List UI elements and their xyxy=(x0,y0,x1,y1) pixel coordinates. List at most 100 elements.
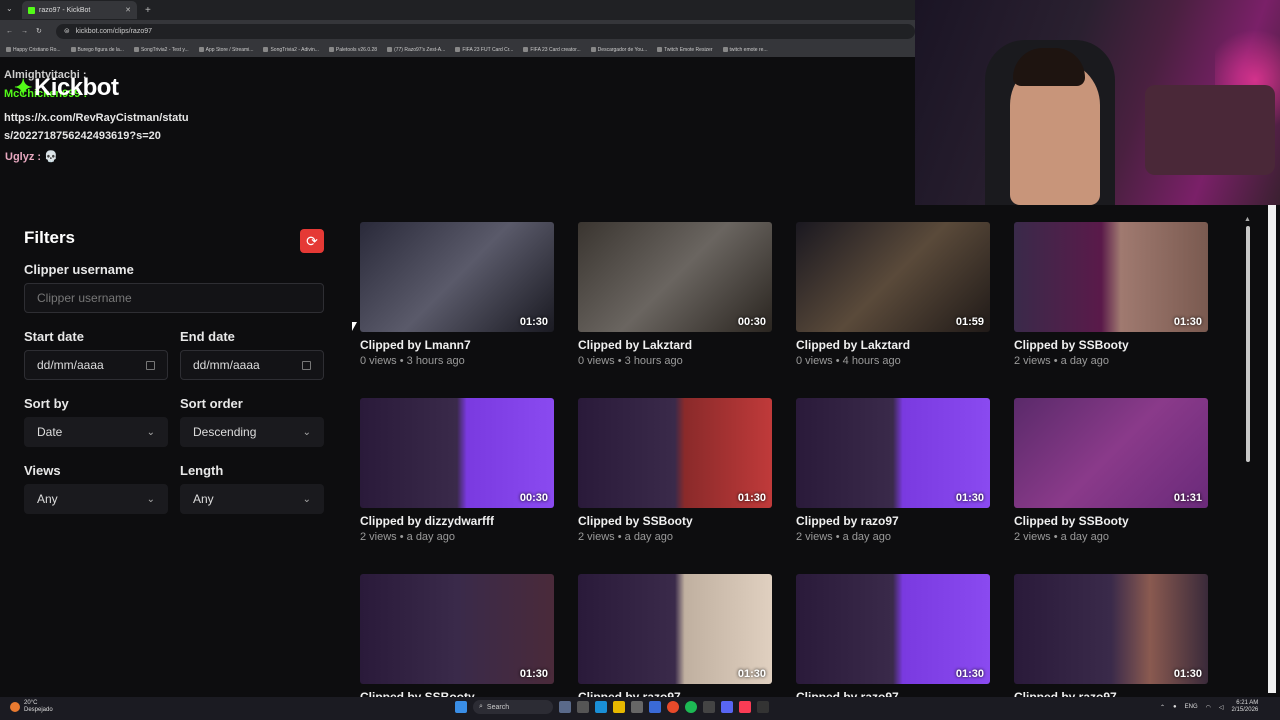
clip-thumbnail[interactable]: 01:30 xyxy=(360,222,554,332)
views-select[interactable]: Any ⌄ xyxy=(24,484,168,514)
clip-title[interactable]: Clipped by Lakztard xyxy=(796,338,990,352)
clip-card[interactable]: 01:30 Clipped by Lmann7 0 views • 3 hours … xyxy=(360,222,554,367)
scroll-thumb[interactable] xyxy=(1246,226,1250,462)
weather-widget[interactable]: 20°C Despejado xyxy=(10,700,53,714)
clip-thumbnail[interactable]: 01:30 xyxy=(360,574,554,684)
clip-card[interactable]: 01:59 Clipped by Lakztard 0 views • 4 hour… xyxy=(796,222,990,367)
back-icon[interactable]: ← xyxy=(6,28,13,35)
mic-icon[interactable]: ● xyxy=(1173,704,1177,710)
clip-card[interactable]: 01:31 Clipped by SSBooty 2 views • a day a… xyxy=(1014,398,1208,543)
chevron-up-icon[interactable]: ⌃ xyxy=(1160,704,1165,711)
clip-thumbnail[interactable]: 01:30 xyxy=(796,398,990,508)
bookmark-item[interactable]: Paletools v26.0.28 xyxy=(328,47,377,53)
chrome-icon[interactable] xyxy=(667,701,679,713)
clip-meta: 2 views • a day ago xyxy=(1014,355,1109,367)
spotify-icon[interactable] xyxy=(685,701,697,713)
obs-icon[interactable] xyxy=(757,701,769,713)
taskbar-search[interactable]: ⌕ Search xyxy=(473,700,553,714)
sort-order-label: Sort order xyxy=(180,396,243,411)
skull-emote-icon: 💀 xyxy=(44,151,58,163)
scroll-up-icon[interactable]: ▲ xyxy=(1244,216,1251,223)
discord-icon[interactable] xyxy=(721,701,733,713)
edge-icon[interactable] xyxy=(595,701,607,713)
clip-card[interactable]: 00:30 Clipped by dizzydwarfff 2 views • a … xyxy=(360,398,554,543)
bookmark-item[interactable]: FIFA 23 Card creator... xyxy=(523,47,581,53)
calendar-icon[interactable] xyxy=(302,360,311,370)
clip-card[interactable]: 01:30 Clipped by SSBooty 2 views • a day a… xyxy=(1014,222,1208,367)
clip-title[interactable]: Clipped by Lmann7 xyxy=(360,338,554,352)
task-view-icon[interactable] xyxy=(559,701,571,713)
address-bar[interactable]: ⊜ kickbot.com/clips/razo97 xyxy=(55,23,916,39)
bookmark-item[interactable]: FIFA 23 FUT Card Cr... xyxy=(455,47,513,53)
bookmark-favicon-icon xyxy=(263,47,269,52)
bookmark-item[interactable]: Burego figura de la... xyxy=(70,47,124,53)
bookmark-item[interactable]: Twitch Emote Resizer xyxy=(657,47,713,53)
steam-icon[interactable] xyxy=(703,701,715,713)
clip-card[interactable]: 01:30 Clipped by SSBooty 2 views • a day a… xyxy=(578,398,772,543)
bookmark-favicon-icon xyxy=(198,47,204,52)
widgets-icon[interactable] xyxy=(577,701,589,713)
clip-card[interactable]: 01:30Clipped by razo97 xyxy=(578,574,772,704)
clip-thumbnail[interactable]: 00:30 xyxy=(360,398,554,508)
clip-duration: 01:30 xyxy=(519,316,548,328)
clips-scrollbar[interactable]: ▲ xyxy=(1244,216,1252,692)
mail-icon[interactable] xyxy=(649,701,661,713)
clip-title[interactable]: Clipped by SSBooty xyxy=(1014,338,1208,352)
volume-icon[interactable]: ◁ xyxy=(1219,704,1224,711)
clip-card[interactable]: 01:30Clipped by SSBooty xyxy=(360,574,554,704)
clip-card[interactable]: 00:30 Clipped by Lakztard 0 views • 3 hour… xyxy=(578,222,772,367)
browser-tab[interactable]: razo97 - KickBot ✕ xyxy=(22,1,137,19)
sort-order-select[interactable]: Descending ⌄ xyxy=(180,417,324,447)
start-icon[interactable] xyxy=(455,701,467,713)
bookmark-item[interactable]: SongTrivia2 - Adivin... xyxy=(263,47,319,53)
clip-thumbnail[interactable]: 01:30 xyxy=(578,574,772,684)
wifi-icon[interactable]: ◠ xyxy=(1206,704,1211,711)
clipper-username-input[interactable]: Clipper username xyxy=(24,283,324,313)
clip-thumbnail[interactable]: 01:31 xyxy=(1014,398,1208,508)
clip-card[interactable]: 01:30Clipped by razo97 xyxy=(1014,574,1208,704)
clip-title[interactable]: Clipped by Lakztard xyxy=(578,338,772,352)
clip-card[interactable]: 01:30Clipped by razo97 xyxy=(796,574,990,704)
forward-icon[interactable]: → xyxy=(21,28,28,35)
clip-title[interactable]: Clipped by SSBooty xyxy=(578,514,772,528)
language-indicator[interactable]: ENG xyxy=(1185,704,1198,710)
clip-meta: 2 views • a day ago xyxy=(360,531,455,543)
start-date-input[interactable]: dd/mm/aaaa xyxy=(24,350,168,380)
clip-thumbnail[interactable]: 01:30 xyxy=(578,398,772,508)
clip-title[interactable]: Clipped by dizzydwarfff xyxy=(360,514,554,528)
new-tab-icon[interactable]: + xyxy=(145,5,151,16)
clip-title[interactable]: Clipped by SSBooty xyxy=(1014,514,1208,528)
bookmark-item[interactable]: twitch emote re... xyxy=(722,47,768,53)
clip-title[interactable]: Clipped by razo97 xyxy=(796,514,990,528)
music-icon[interactable] xyxy=(739,701,751,713)
reload-icon[interactable]: ↻ xyxy=(36,27,42,35)
chat-link-line: s/2022718756242493619?s=20 xyxy=(4,130,161,142)
bookmark-item[interactable]: Descargador de You... xyxy=(590,47,647,53)
page-scrollbar[interactable] xyxy=(1268,205,1276,693)
clip-thumbnail[interactable]: 01:30 xyxy=(796,574,990,684)
clip-thumbnail[interactable]: 01:30 xyxy=(1014,222,1208,332)
bookmark-item[interactable]: Happy Cristiano Ro... xyxy=(6,47,61,53)
clip-thumbnail[interactable]: 01:30 xyxy=(1014,574,1208,684)
clipper-username-label: Clipper username xyxy=(24,262,134,277)
file-explorer-icon[interactable] xyxy=(613,701,625,713)
store-icon[interactable] xyxy=(631,701,643,713)
length-select[interactable]: Any ⌄ xyxy=(180,484,324,514)
clip-thumbnail[interactable]: 01:59 xyxy=(796,222,990,332)
clip-thumbnail[interactable]: 00:30 xyxy=(578,222,772,332)
calendar-icon[interactable] xyxy=(146,360,155,370)
tab-search-icon[interactable]: ⌄ xyxy=(6,4,13,13)
clip-meta: 0 views • 3 hours ago xyxy=(360,355,465,367)
bookmark-item[interactable]: App Store / Streami... xyxy=(198,47,253,53)
bookmark-item[interactable]: SongTrivia2 - Test y... xyxy=(133,47,189,53)
webcam-feed xyxy=(915,0,1280,205)
close-tab-icon[interactable]: ✕ xyxy=(125,6,131,14)
sort-by-select[interactable]: Date ⌄ xyxy=(24,417,168,447)
bookmark-item[interactable]: (77) Razo97's Zest-A... xyxy=(387,47,445,53)
refresh-icon: ⟳ xyxy=(306,232,318,249)
clock[interactable]: 6:21 AM 2/15/2026 xyxy=(1232,700,1259,714)
reset-filters-button[interactable]: ⟳ xyxy=(300,229,324,253)
clip-card[interactable]: 01:30 Clipped by razo97 2 views • a day ag… xyxy=(796,398,990,543)
end-date-input[interactable]: dd/mm/aaaa xyxy=(180,350,324,380)
site-info-icon[interactable]: ⊜ xyxy=(64,27,70,35)
